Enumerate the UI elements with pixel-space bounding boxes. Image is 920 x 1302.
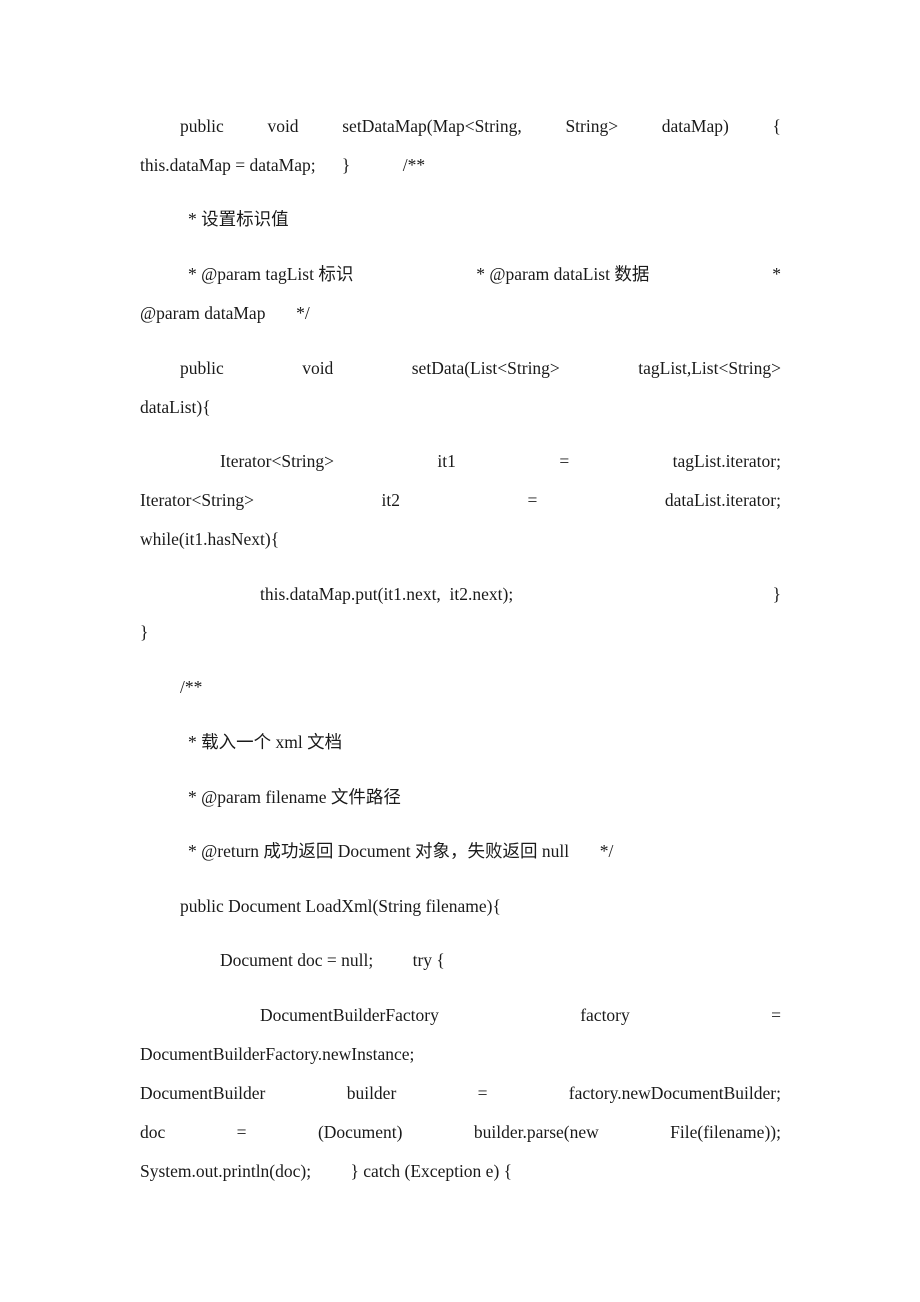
code-token: DocumentBuilderFactory.newInstance; — [140, 1044, 415, 1064]
code-token: void — [267, 116, 299, 136]
code-line: @param dataMap */ — [140, 301, 781, 325]
code-token: it2 — [381, 490, 400, 510]
code-token: tagList,List<String> — [638, 358, 781, 378]
code-token: = — [771, 1005, 781, 1025]
code-line: DocumentBuilder builder = factory.newDocume… — [140, 1081, 781, 1105]
code-token: * 载入一个 xml 文档 — [188, 732, 343, 752]
code-token: tagList.iterator; — [672, 451, 781, 471]
code-line: public Document LoadXml(String filename)… — [180, 894, 781, 918]
code-token: it1 — [437, 451, 456, 471]
code-line: /** — [180, 675, 781, 699]
code-token: } — [772, 584, 781, 604]
code-token: } — [140, 622, 149, 642]
code-token: = — [477, 1083, 488, 1103]
code-line: doc = (Document) builder.parse(new File(file… — [140, 1120, 781, 1144]
code-token: File(filename)); — [670, 1122, 781, 1142]
code-token: setData(List<String> — [411, 358, 560, 378]
code-token: while(it1.hasNext){ — [140, 529, 280, 549]
code-token: builder.parse(new — [473, 1122, 599, 1142]
code-token: void — [302, 358, 334, 378]
code-line: * @param filename 文件路径 — [188, 785, 781, 809]
code-token: public — [180, 116, 224, 136]
code-line: while(it1.hasNext){ — [140, 527, 781, 551]
code-token: doc — [140, 1122, 166, 1142]
code-token: Iterator<String> — [220, 451, 335, 471]
code-token: @param dataMap */ — [140, 303, 310, 323]
code-token: DocumentBuilder — [140, 1083, 266, 1103]
code-line: DocumentBuilderFactory factory = — [260, 1003, 781, 1027]
code-token: * @return 成功返回 Document 对象，失败返回 null */ — [188, 841, 614, 861]
code-token: builder — [346, 1083, 397, 1103]
code-token: factory.newDocumentBuilder; — [568, 1083, 781, 1103]
code-token: setDataMap(Map<String, — [342, 116, 522, 136]
code-line: this.dataMap = dataMap; } /** — [140, 153, 781, 177]
code-token: * @param tagList 标识 — [188, 264, 354, 284]
code-token: * @param dataList 数据 — [476, 264, 650, 284]
code-line: * 设置标识值 — [188, 207, 781, 231]
document-page: public void setDataMap(Map<String, String> d… — [0, 0, 920, 1302]
code-token: = — [559, 451, 570, 471]
code-token: System.out.println(doc); } catch (Except… — [140, 1161, 513, 1181]
code-token: factory — [580, 1005, 630, 1025]
code-token: String> — [565, 116, 619, 136]
code-token: dataList.iterator; — [664, 490, 781, 510]
code-line: public void setData(List<String> tagList,Li… — [180, 356, 781, 380]
code-token: this.dataMap.put(it1.next, it2.next); — [260, 584, 514, 604]
code-token: dataList){ — [140, 397, 211, 417]
code-line: Document doc = null; try { — [220, 948, 781, 972]
code-line: public void setDataMap(Map<String, String> d… — [180, 114, 781, 138]
code-line: DocumentBuilderFactory.newInstance; — [140, 1042, 781, 1066]
code-line: this.dataMap.put(it1.next, it2.next);} — [260, 582, 781, 606]
code-token: public — [180, 358, 224, 378]
code-token: Document doc = null; try { — [220, 950, 445, 970]
code-token: = — [236, 1122, 247, 1142]
code-token: public Document LoadXml(String filename)… — [180, 896, 501, 916]
code-line: * @param tagList 标识 * @param dataList 数据 * — [188, 262, 781, 286]
code-line: Iterator<String> it1 = tagList.iterator; — [220, 449, 781, 473]
code-line: * 载入一个 xml 文档 — [188, 730, 781, 754]
code-token: /** — [180, 677, 203, 697]
code-line: * @return 成功返回 Document 对象，失败返回 null */ — [188, 839, 781, 863]
code-line: } — [140, 620, 781, 644]
code-token: * 设置标识值 — [188, 209, 289, 229]
code-line: dataList){ — [140, 395, 781, 419]
code-token: (Document) — [317, 1122, 403, 1142]
code-token: Iterator<String> — [140, 490, 255, 510]
code-line: System.out.println(doc); } catch (Except… — [140, 1159, 781, 1183]
code-token: * — [772, 264, 781, 284]
code-token: dataMap) — [661, 116, 729, 136]
code-token: this.dataMap = dataMap; } /** — [140, 155, 426, 175]
code-token: DocumentBuilderFactory — [260, 1005, 439, 1025]
code-token: * @param filename 文件路径 — [188, 787, 401, 807]
code-token: { — [772, 116, 781, 136]
code-line: Iterator<String> it2 = dataList.iterator; — [140, 488, 781, 512]
code-token: = — [527, 490, 538, 510]
